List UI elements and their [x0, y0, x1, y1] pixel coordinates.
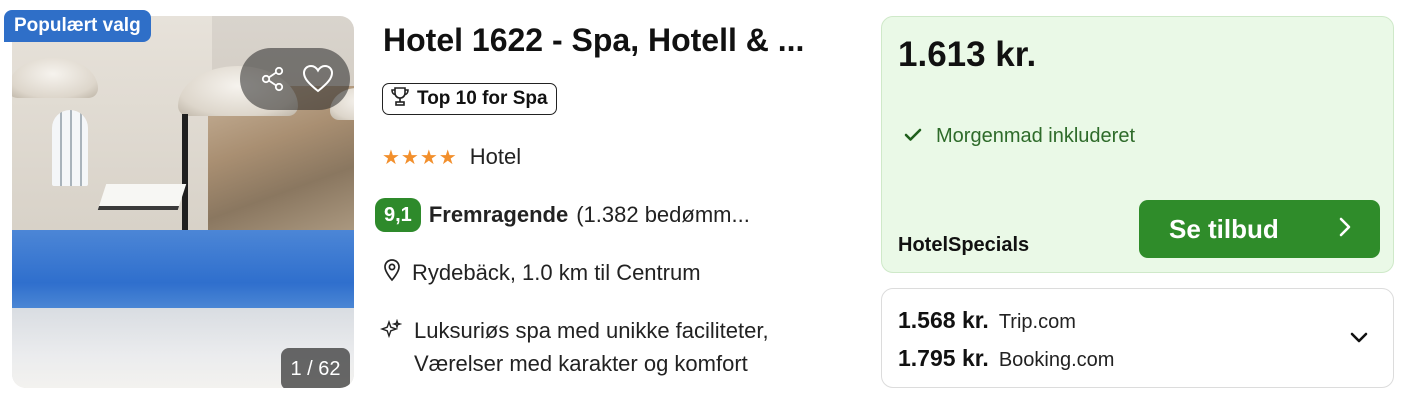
see-offer-label: Se tilbud	[1169, 213, 1279, 244]
see-offer-button[interactable]: Se tilbud	[1139, 200, 1380, 258]
rating-word: Fremragende	[428, 202, 569, 227]
location-text: Rydebäck, 1.0 km til Centrum	[412, 260, 701, 285]
location-row[interactable]: Rydebäck, 1.0 km til Centrum	[382, 258, 701, 288]
share-icon[interactable]	[255, 61, 291, 97]
pin-icon	[382, 258, 402, 288]
best-deal-panel[interactable]: 1.613 kr. Morgenmad inkluderet HotelSpec…	[881, 16, 1394, 273]
review-count: (1.382 bedømm...	[576, 202, 750, 227]
offer-row[interactable]: 1.568 kr. Trip.com	[898, 307, 1076, 334]
trophy-icon	[389, 85, 411, 113]
photo-lounger	[97, 184, 187, 210]
features-row: Luksuriøs spa med unikke faciliteter, Væ…	[379, 314, 769, 380]
hotel-title[interactable]: Hotel 1622 - Spa, Hotell & ...	[383, 22, 863, 59]
deal-price: 1.613 kr.	[898, 35, 1037, 74]
hotel-type: Hotel	[469, 144, 522, 169]
photo-actions	[240, 48, 350, 110]
award-label: Top 10 for Spa	[417, 88, 548, 109]
deal-provider: HotelSpecials	[898, 234, 1030, 256]
chevron-down-icon[interactable]	[1347, 325, 1371, 349]
check-icon	[904, 125, 922, 148]
photo-pillar	[182, 114, 188, 244]
heart-icon[interactable]	[300, 61, 336, 97]
perk-text: Morgenmad inkluderet	[936, 125, 1135, 147]
popular-badge: Populært valg	[4, 10, 151, 42]
offer-price: 1.795 kr.	[898, 345, 989, 371]
hotel-photo[interactable]: 1 / 62	[12, 16, 354, 388]
offer-price: 1.568 kr.	[898, 307, 989, 333]
hotel-class-row: ★★★★ Hotel	[382, 144, 521, 170]
sparkle-icon	[379, 317, 403, 350]
photo-window	[52, 110, 88, 186]
other-offers-panel[interactable]: 1.568 kr. Trip.com 1.795 kr. Booking.com	[881, 288, 1394, 388]
offer-site: Trip.com	[998, 311, 1076, 333]
rating-score: 9,1	[375, 198, 421, 232]
award-badge: Top 10 for Spa	[382, 83, 557, 115]
feature-line: Luksuriøs spa med unikke faciliteter,	[414, 318, 769, 343]
hotel-result-card: Populært valg 1 / 62 Hotel 1622 - Spa, H…	[0, 0, 1406, 402]
guest-rating-row[interactable]: 9,1 Fremragende (1.382 bedømm...	[375, 198, 750, 232]
features-text: Luksuriøs spa med unikke faciliteter, Væ…	[414, 314, 769, 380]
offer-site: Booking.com	[998, 349, 1115, 371]
feature-line: Værelser med karakter og komfort	[414, 351, 748, 376]
deal-perk: Morgenmad inkluderet	[904, 125, 1135, 148]
offer-row[interactable]: 1.795 kr. Booking.com	[898, 345, 1114, 372]
star-rating: ★★★★	[382, 146, 458, 169]
chevron-right-icon	[1338, 214, 1352, 245]
photo-counter: 1 / 62	[281, 348, 350, 388]
